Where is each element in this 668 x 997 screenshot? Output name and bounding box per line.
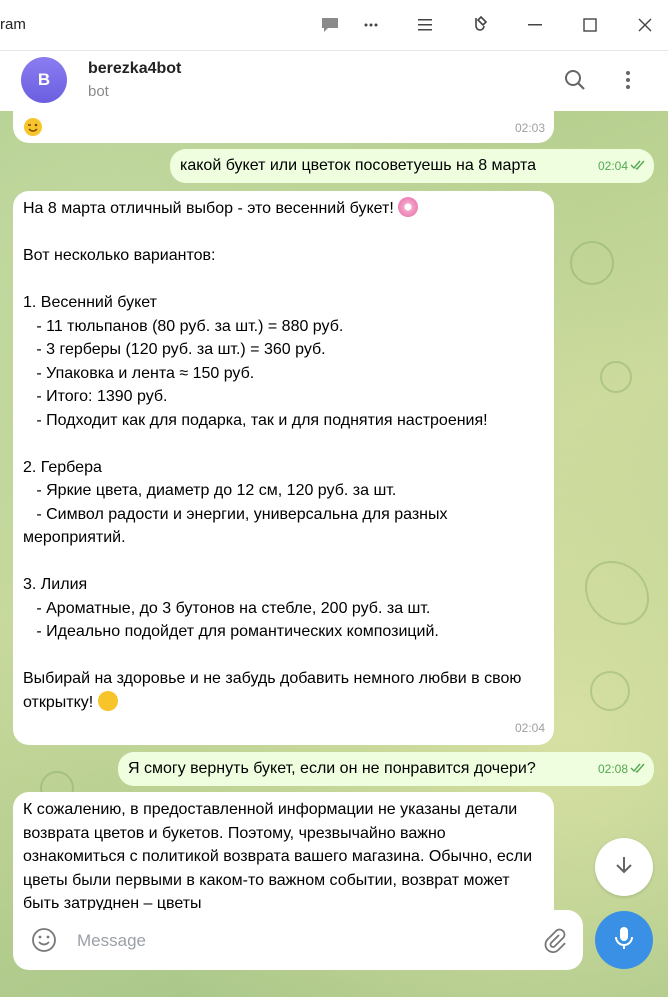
menu-lines-icon[interactable] (412, 12, 438, 38)
message-bubble-incoming[interactable]: 02:03 (13, 111, 554, 143)
message-time: 02:08 (597, 761, 628, 776)
search-icon[interactable] (560, 65, 590, 95)
winking-face-emoji (23, 117, 43, 145)
message-text: какой букет или цветок посоветуешь на 8 … (180, 157, 537, 174)
microphone-icon (613, 925, 635, 956)
more-dots-icon[interactable] (358, 12, 384, 38)
chat-status: bot (88, 83, 109, 100)
chat-area[interactable]: 02:03 какой букет или цветок посоветуешь… (0, 111, 668, 997)
chat-name[interactable]: berezka4bot (88, 60, 181, 78)
message-bubble-incoming[interactable]: На 8 марта отличный выбор - это весенний… (13, 191, 554, 745)
message-bubble-outgoing[interactable]: какой букет или цветок посоветуешь на 8 … (170, 149, 654, 183)
title-bar: ram (0, 0, 668, 51)
message-input[interactable] (75, 925, 519, 957)
close-icon[interactable] (632, 12, 658, 38)
message-bubble-outgoing[interactable]: Я смогу вернуть букет, если он не понрав… (118, 752, 654, 786)
message-text: Я смогу вернуть букет, если он не понрав… (128, 760, 536, 777)
cherry-blossom-emoji (398, 197, 419, 217)
minimize-icon[interactable] (522, 12, 548, 38)
chat-header: B berezka4bot bot (0, 51, 668, 111)
message-text: На 8 марта отличный выбор - это весенний… (23, 200, 399, 217)
message-body: Вот несколько вариантов: 1. Весенний бук… (23, 247, 522, 711)
microphone-button[interactable] (595, 911, 653, 969)
double-check-icon (630, 757, 646, 781)
pin-settings-icon[interactable] (467, 12, 493, 38)
maximize-icon[interactable] (577, 12, 603, 38)
message-composer (13, 910, 583, 970)
double-check-icon (630, 154, 646, 178)
message-time: 02:04 (514, 720, 545, 735)
message-text: К сожалению, в предоставленной информаци… (23, 801, 537, 910)
message-time: 02:03 (514, 120, 545, 135)
scroll-down-button[interactable] (595, 838, 653, 896)
smiling-face-emoji (97, 690, 118, 711)
app-title: ram (0, 16, 26, 33)
emoji-icon[interactable] (31, 927, 57, 958)
kebab-menu-icon[interactable] (613, 65, 643, 95)
chat-bubble-icon[interactable] (317, 12, 343, 38)
message-time: 02:04 (597, 158, 628, 173)
arrow-down-icon (613, 854, 635, 881)
attach-icon[interactable] (541, 927, 567, 958)
avatar[interactable]: B (21, 57, 67, 103)
